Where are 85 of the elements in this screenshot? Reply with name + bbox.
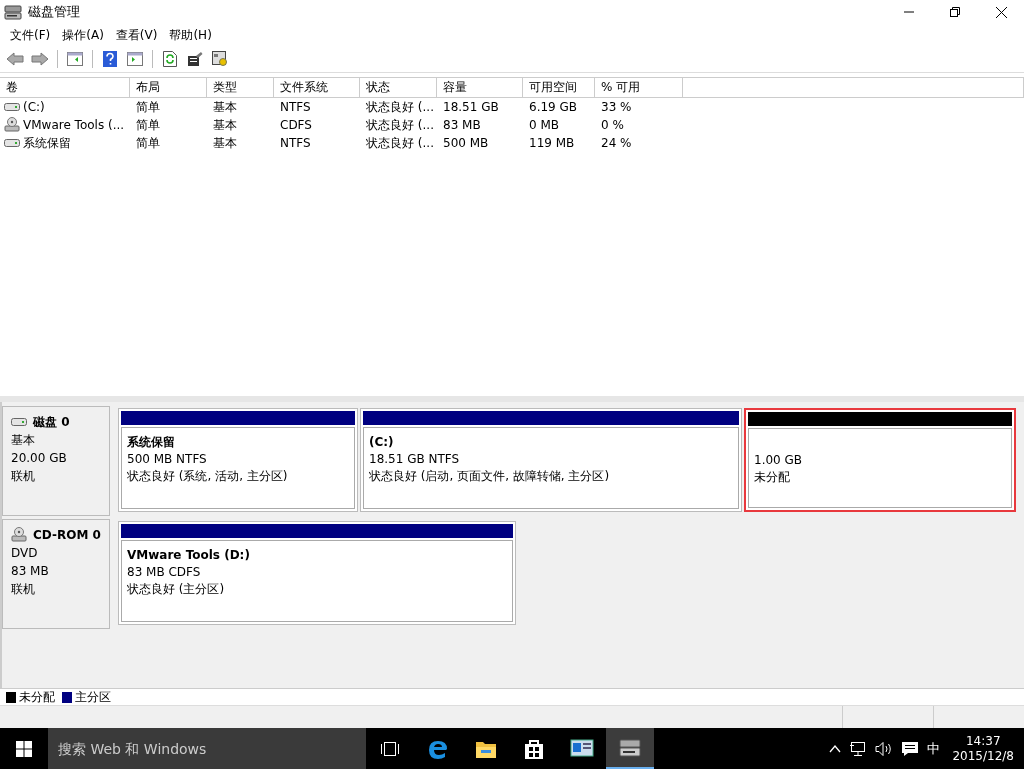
search-field[interactable]: 搜索 Web 和 Windows [48, 728, 366, 769]
partition-status: 状态良好 (启动, 页面文件, 故障转储, 主分区) [369, 468, 611, 484]
partition-size: 18.51 GB NTFS [369, 451, 461, 467]
drive-icon [11, 417, 27, 427]
input-method-indicator[interactable]: 中 [927, 739, 941, 758]
partition-size: 1.00 GB [754, 452, 804, 468]
disk-status: 联机 [11, 468, 36, 485]
disk-name: CD-ROM 0 [33, 528, 101, 542]
close-icon [995, 6, 1007, 18]
column-header[interactable]: 类型 [207, 78, 274, 98]
control-panel-icon [570, 738, 594, 759]
windows-logo-icon [16, 740, 32, 757]
partition-status: 状态良好 (主分区) [127, 581, 226, 597]
disk-status: 联机 [11, 581, 36, 598]
legend-label: 主分区 [75, 688, 111, 706]
column-header[interactable]: 卷 [0, 78, 130, 98]
disk-type: 基本 [11, 432, 36, 449]
column-header[interactable]: 可用空间 [523, 78, 595, 98]
partition-block[interactable]: (C:) 18.51 GB NTFS 状态良好 (启动, 页面文件, 故障转储, 主分区) [360, 408, 742, 512]
column-header[interactable]: 容量 [437, 78, 523, 98]
volume-name: VMware Tools (... [23, 118, 125, 132]
drive-icon [4, 102, 20, 112]
partition-status: 状态良好 (系统, 活动, 主分区) [127, 468, 289, 484]
partition-name: (C:) [369, 434, 395, 450]
table-cell: 基本 [213, 135, 237, 150]
partition-block[interactable]: 1.00 GB 未分配 [744, 408, 1016, 512]
table-cell: 18.51 GB [443, 100, 499, 114]
table-cell: 24 % [601, 136, 632, 150]
table-cell: 6.19 GB [529, 100, 578, 114]
table-cell: 状态良好 (... [366, 99, 434, 114]
disk-size: 83 MB [11, 563, 50, 580]
menu-item[interactable]: 查看(V) [109, 25, 164, 45]
table-cell: 状态良好 (... [366, 135, 434, 150]
disk-name: 磁盘 0 [33, 413, 70, 431]
cd-drive-icon [4, 117, 20, 133]
chevron-up-icon[interactable] [829, 744, 842, 753]
network-icon[interactable] [849, 740, 868, 757]
table-cell: 33 % [601, 100, 632, 114]
drive-icon [4, 138, 20, 148]
table-cell: 基本 [213, 117, 237, 132]
table-cell: NTFS [280, 136, 311, 150]
table-cell: 简单 [136, 135, 160, 150]
table-cell: 0 % [601, 118, 624, 132]
disk-management-icon [4, 4, 22, 20]
table-cell: 83 MB [443, 118, 481, 132]
partition-name: 系统保留 [127, 434, 176, 450]
disk-type: DVD [11, 545, 39, 562]
shopping-bag-icon [524, 737, 544, 760]
cd-drive-icon [11, 527, 27, 543]
table-cell: 119 MB [529, 136, 575, 150]
table-cell: NTFS [280, 100, 311, 114]
disk-management-icon [618, 737, 642, 758]
table-cell: CDFS [280, 118, 312, 132]
disk-info-panel[interactable]: CD-ROM 0 DVD 83 MB 联机 [2, 519, 110, 629]
disk-info-panel[interactable]: 磁盘 0 基本 20.00 GB 联机 [2, 406, 110, 516]
table-cell: 简单 [136, 99, 160, 114]
task-view-icon [380, 740, 400, 757]
taskbar-app[interactable] [606, 728, 654, 769]
table-cell: 500 MB [443, 136, 489, 150]
volume-icon[interactable] [875, 740, 894, 757]
menu-item[interactable]: 操作(A) [56, 25, 110, 45]
menu-item[interactable]: 文件(F) [4, 25, 57, 45]
column-header[interactable]: 文件系统 [274, 78, 360, 98]
column-header[interactable]: % 可用 [595, 78, 683, 98]
column-header[interactable]: 状态 [360, 78, 437, 98]
volume-name: (C:) [23, 100, 45, 114]
partition-status: 未分配 [754, 469, 791, 485]
restore-icon [950, 7, 960, 17]
volume-name: 系统保留 [23, 134, 71, 152]
table-cell: 简单 [136, 117, 160, 132]
table-cell: 基本 [213, 99, 237, 114]
clock[interactable]: 14:37 2015/12/8 [948, 733, 1018, 764]
table-cell: 状态良好 (... [366, 117, 434, 132]
partition-size: 500 MB NTFS [127, 451, 208, 467]
legend-label: 未分配 [19, 688, 55, 706]
window-title: 磁盘管理 [28, 3, 80, 21]
menu-item[interactable]: 帮助(H) [163, 25, 218, 45]
partition-size: 83 MB CDFS [127, 564, 202, 580]
disk-size: 20.00 GB [11, 450, 68, 467]
column-header[interactable]: 布局 [130, 78, 207, 98]
partition-block[interactable]: 系统保留 500 MB NTFS 状态良好 (系统, 活动, 主分区) [118, 408, 358, 512]
notification-icon[interactable] [901, 740, 920, 757]
table-cell: 0 MB [529, 118, 560, 132]
partition-name: VMware Tools (D:) [127, 547, 251, 563]
partition-block[interactable]: VMware Tools (D:) 83 MB CDFS 状态良好 (主分区) [118, 521, 516, 625]
